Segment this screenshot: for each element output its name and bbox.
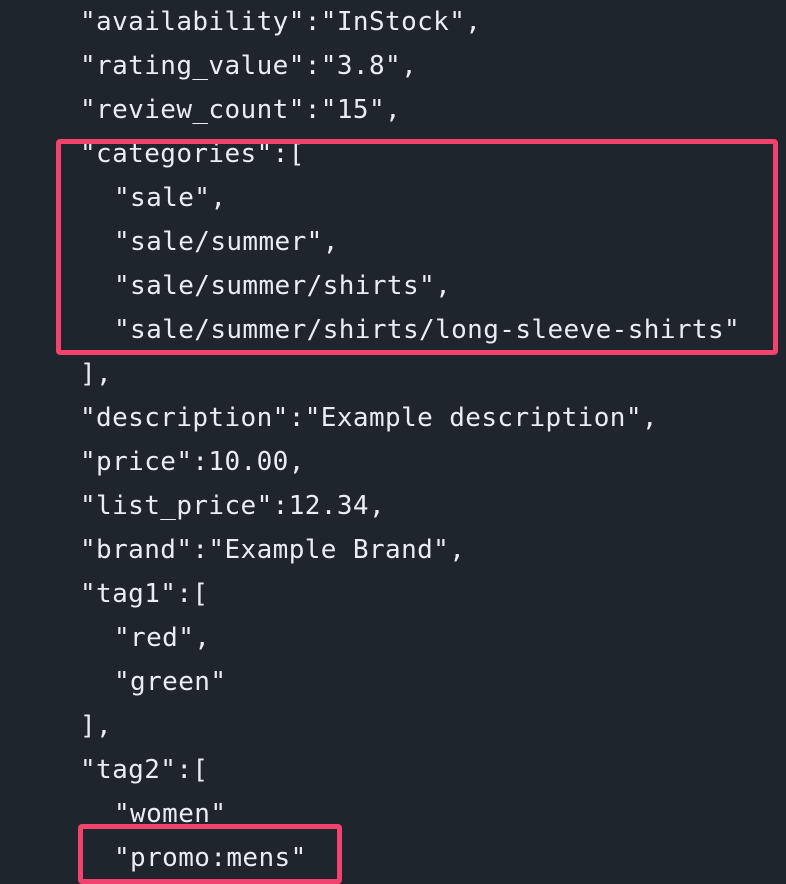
code-line-tag1-close: ], xyxy=(80,711,113,741)
promo-mens-highlight-box xyxy=(78,824,342,884)
json-code-view: "availability":"InStock", "rating_value"… xyxy=(0,0,786,884)
code-line-brand: "brand":"Example Brand", xyxy=(80,535,466,565)
code-line-rating-value: "rating_value":"3.8", xyxy=(80,51,418,81)
code-line-availability: "availability":"InStock", xyxy=(80,7,482,37)
code-line-price: "price":10.00, xyxy=(80,447,305,477)
code-line-description: "description":"Example description", xyxy=(80,403,658,433)
code-line-tag1-green: "green" xyxy=(114,667,227,697)
code-line-tag1-red: "red", xyxy=(114,623,211,653)
code-line-categories-close: ], xyxy=(80,359,113,389)
code-line-list-price: "list_price":12.34, xyxy=(80,491,386,521)
categories-highlight-box xyxy=(56,139,778,355)
code-line-tag2-open: "tag2":[ xyxy=(80,755,209,785)
code-line-tag1-open: "tag1":[ xyxy=(80,579,209,609)
code-line-review-count: "review_count":"15", xyxy=(80,95,402,125)
